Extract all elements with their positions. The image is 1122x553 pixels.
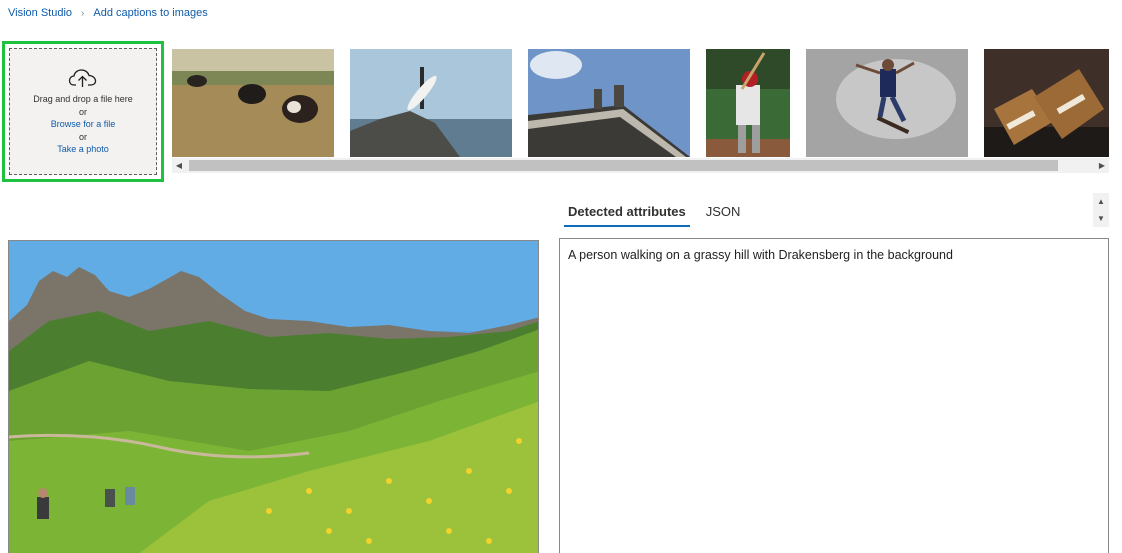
scrollbar-thumb[interactable] <box>189 160 1058 171</box>
thumbnail-surfer[interactable] <box>350 49 512 157</box>
scroll-up-icon[interactable]: ▲ <box>1093 193 1109 210</box>
take-photo-link[interactable]: Take a photo <box>57 143 109 156</box>
caption-text: A person walking on a grassy hill with D… <box>568 248 953 262</box>
caption-result-panel: A person walking on a grassy hill with D… <box>559 238 1109 553</box>
tab-json[interactable]: JSON <box>702 197 745 227</box>
thumbnail-skateboarder[interactable] <box>806 49 968 157</box>
panel-scroll-controls: ▲ ▼ <box>1093 193 1109 227</box>
thumbnail-scrollbar[interactable]: ◀ ▶ <box>172 158 1109 173</box>
selected-image-preview <box>8 240 539 553</box>
browse-file-link[interactable]: Browse for a file <box>51 118 116 131</box>
drag-drop-text: Drag and drop a file here <box>33 94 133 104</box>
scroll-right-icon[interactable]: ▶ <box>1095 158 1109 173</box>
thumbnail-cows[interactable] <box>172 49 334 157</box>
thumbnail-building[interactable] <box>528 49 690 157</box>
breadcrumb: Vision Studio › Add captions to images <box>8 6 208 20</box>
thumbnail-baseball[interactable] <box>706 49 790 157</box>
thumbnail-sandwich[interactable] <box>984 49 1109 157</box>
or-text: or <box>78 131 87 142</box>
upload-drop-zone-highlight: Drag and drop a file here or Browse for … <box>2 41 164 182</box>
scroll-down-icon[interactable]: ▼ <box>1093 210 1109 227</box>
scroll-left-icon[interactable]: ◀ <box>172 158 186 173</box>
breadcrumb-add-captions[interactable]: Add captions to images <box>93 7 207 19</box>
or-text: or <box>78 106 87 117</box>
breadcrumb-vision-studio[interactable]: Vision Studio <box>8 7 72 19</box>
sample-images-strip <box>172 49 1109 157</box>
cloud-upload-icon <box>68 68 98 92</box>
tab-detected-attributes[interactable]: Detected attributes <box>564 197 690 227</box>
upload-drop-zone[interactable]: Drag and drop a file here or Browse for … <box>9 48 157 175</box>
breadcrumb-separator: › <box>81 7 85 19</box>
result-tabs: Detected attributes JSON <box>564 197 756 229</box>
